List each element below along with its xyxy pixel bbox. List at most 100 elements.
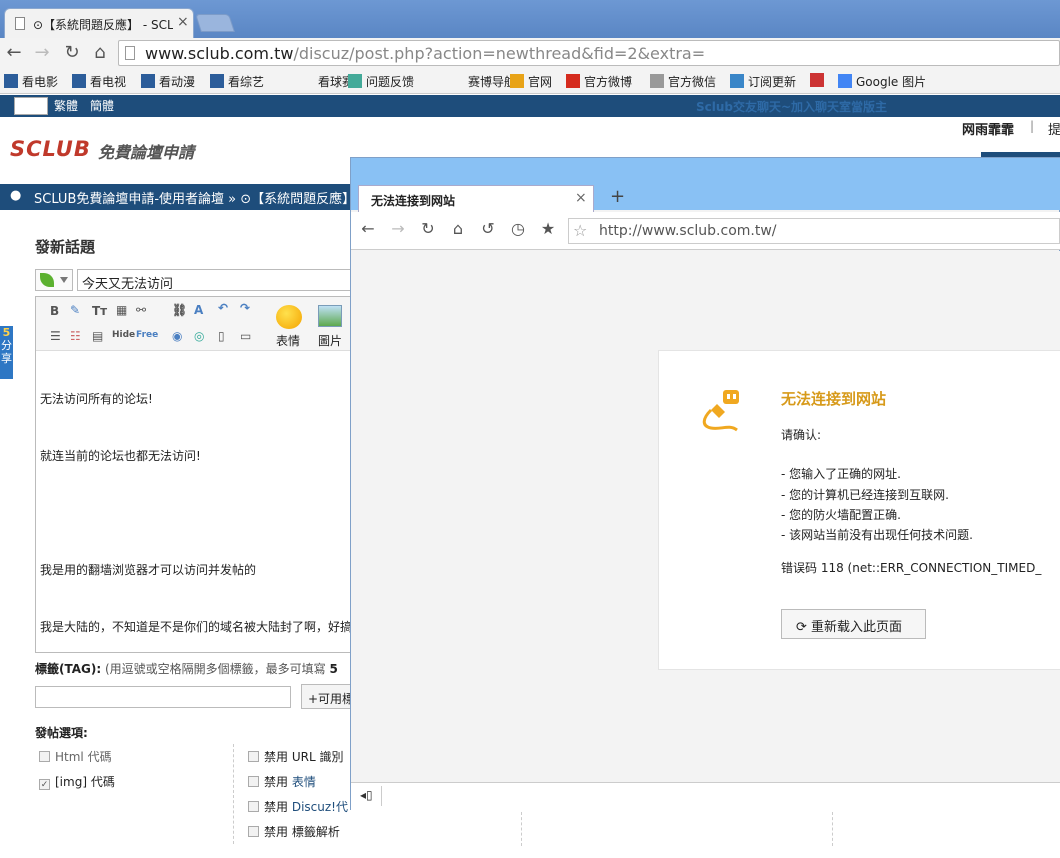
reload-icon[interactable]: ↻ — [418, 219, 438, 238]
bold-button[interactable]: B — [50, 304, 59, 318]
tag-input[interactable] — [35, 686, 291, 708]
bookmark-star-icon[interactable]: ☆ — [573, 221, 587, 240]
option-html[interactable]: Html 代碼 — [39, 748, 112, 765]
image-label[interactable]: 圖片 — [318, 332, 342, 349]
sidebar-toggle-icon[interactable]: ◂▯ — [360, 788, 373, 802]
bookmark-item[interactable]: 官方微博 — [566, 73, 632, 89]
option-disable-discuz-code[interactable]: 禁用 Discuz!代 — [248, 798, 348, 815]
checkbox[interactable] — [248, 801, 259, 812]
clear-format-icon[interactable]: A — [194, 303, 203, 317]
divider — [521, 812, 522, 846]
bookmark-item[interactable]: 看电影 — [4, 73, 58, 89]
address-bar[interactable]: www.sclub.com.tw/discuz/post.php?action=… — [118, 40, 1060, 66]
option-label: Html 代碼 — [55, 750, 112, 764]
header-link[interactable]: 提 — [1048, 119, 1060, 138]
option-img[interactable]: ✓ [img] 代碼 — [39, 773, 115, 790]
bookmark-item[interactable]: 看球赛 — [300, 73, 354, 89]
bookmark-label: 看综艺 — [228, 75, 265, 89]
emoticon-icon[interactable] — [276, 305, 302, 329]
username-link[interactable]: 网雨霏霏 — [962, 119, 1014, 138]
site-logo[interactable]: SCLUB — [10, 137, 91, 161]
checkbox[interactable] — [248, 751, 259, 762]
close-tab-icon[interactable]: × — [177, 14, 189, 30]
bookmark-item[interactable]: 看电视 — [72, 73, 126, 89]
bookmark-item[interactable]: 问题反馈 — [348, 73, 414, 89]
list-icon[interactable]: ☷ — [70, 329, 81, 343]
media-icon[interactable]: ◉ — [172, 329, 182, 343]
page-break-icon[interactable]: ▯ — [218, 329, 225, 343]
undo-close-icon[interactable]: ↺ — [478, 219, 498, 238]
browser-tab-title: ⊙【系統問題反應】 - SCL — [33, 18, 173, 32]
undo-icon[interactable]: ↶ — [218, 301, 228, 315]
emoticon-label[interactable]: 表情 — [276, 332, 300, 349]
forward-icon[interactable]: → — [388, 219, 408, 238]
tag-hint: (用逗號或空格隔開多個標籤，最多可填寫 — [105, 662, 326, 676]
font-size-button[interactable]: Tт — [92, 304, 107, 318]
font-color-button[interactable]: ✎ — [70, 303, 80, 317]
favorites-icon[interactable]: ★ — [538, 219, 558, 238]
browser-toolbar: ← → ↻ ⌂ www.sclub.com.tw/discuz/post.php… — [0, 38, 1060, 68]
site-top-bar: 繁體 簡體 Sclub交友聊天~加入聊天室當版主 — [0, 95, 1060, 117]
bookmark-label: 看电影 — [22, 75, 59, 89]
top-notice[interactable]: Sclub交友聊天~加入聊天室當版主 — [696, 98, 887, 115]
bookmark-label: 官网 — [528, 75, 553, 89]
broken-image-icon — [14, 97, 48, 115]
attachment-icon[interactable]: ▭ — [240, 329, 251, 343]
bookmark-item[interactable]: 赛博导航 — [450, 73, 516, 89]
bookmark-item[interactable]: Google 图片 — [838, 73, 926, 89]
reload-icon[interactable]: ↻ — [60, 41, 84, 65]
checkbox[interactable] — [39, 751, 50, 762]
forward-icon[interactable]: → — [30, 41, 54, 65]
new-tab-button[interactable] — [195, 14, 235, 32]
kankan-icon — [210, 74, 224, 88]
redo-icon[interactable]: ↷ — [240, 301, 250, 315]
home-icon[interactable]: ⌂ — [88, 41, 112, 65]
new-tab-button[interactable]: + — [610, 186, 625, 207]
bookmark-item[interactable]: 看动漫 — [141, 73, 195, 89]
reload-page-button[interactable]: ⟳ 重新载入此页面 — [781, 609, 926, 639]
weibo-icon — [566, 74, 580, 88]
flash-icon[interactable]: ◎ — [194, 329, 204, 343]
error-check: - 该网站当前没有出现任何技术问题. — [781, 528, 973, 542]
back-icon[interactable]: ← — [2, 41, 26, 65]
bookmark-item[interactable]: 官网 — [510, 73, 552, 89]
option-disable-smilies[interactable]: 禁用 表情 — [248, 773, 316, 790]
subject-input[interactable]: 今天又无法访问 — [77, 269, 357, 292]
option-disable-url[interactable]: 禁用 URL 識別 — [248, 748, 343, 765]
lang-simplified-link[interactable]: 簡體 — [90, 97, 114, 114]
code-icon[interactable]: ▤ — [92, 329, 103, 343]
hide-button[interactable]: Hide — [112, 330, 135, 340]
bookmark-item[interactable]: 看综艺 — [210, 73, 264, 89]
rss-icon — [730, 74, 744, 88]
option-disable-tag-parse[interactable]: 禁用 標籤解析 — [248, 823, 340, 840]
close-tab-icon[interactable]: × — [575, 190, 587, 206]
color-grid-icon[interactable]: ▦ — [116, 303, 127, 317]
thread-type-select[interactable] — [35, 269, 73, 291]
home-icon[interactable]: ⌂ — [448, 219, 468, 238]
post-body[interactable]: 无法访问所有的论坛! 就连当前的论坛也都无法访问! 我是用的翻墙浏览器才可以访问… — [40, 352, 356, 656]
checkbox-checked[interactable]: ✓ — [39, 779, 50, 790]
image-icon[interactable] — [318, 305, 342, 327]
unlink-icon[interactable]: ⛓ — [172, 303, 187, 317]
browser-tab[interactable]: ⊙【系統問題反應】 - SCL × — [4, 8, 194, 38]
checkbox[interactable] — [248, 826, 259, 837]
overlay-tab[interactable]: 无法连接到网站 × — [358, 185, 594, 213]
chat-bubble-icon: ● — [10, 188, 22, 203]
overlay-address-bar[interactable]: ☆ http://www.sclub.com.tw/ — [568, 218, 1060, 244]
free-button[interactable]: Free — [136, 330, 158, 340]
option-label: 標籤解析 — [291, 825, 340, 839]
bookmark-item[interactable]: 订阅更新 — [730, 73, 796, 89]
lang-traditional-link[interactable]: 繁體 — [54, 97, 78, 114]
history-icon[interactable]: ◷ — [508, 219, 528, 238]
post-body-line: 无法访问所有的论坛! — [40, 392, 153, 406]
align-icon[interactable]: ☰ — [50, 329, 61, 343]
blank-icon — [450, 74, 464, 88]
bookmark-item[interactable]: 官方微信 — [650, 73, 716, 89]
checkbox[interactable] — [248, 776, 259, 787]
bookmark-item[interactable] — [810, 73, 828, 89]
share-sidebar[interactable]: 5 分 享 — [0, 326, 13, 379]
breadcrumb-path[interactable]: SCLUB免費論壇申請-使用者論壇 » ⊙【系統問題反應】 » — [34, 188, 367, 207]
page-icon — [650, 74, 664, 88]
back-icon[interactable]: ← — [358, 219, 378, 238]
link-icon[interactable]: ⚯ — [136, 303, 146, 317]
